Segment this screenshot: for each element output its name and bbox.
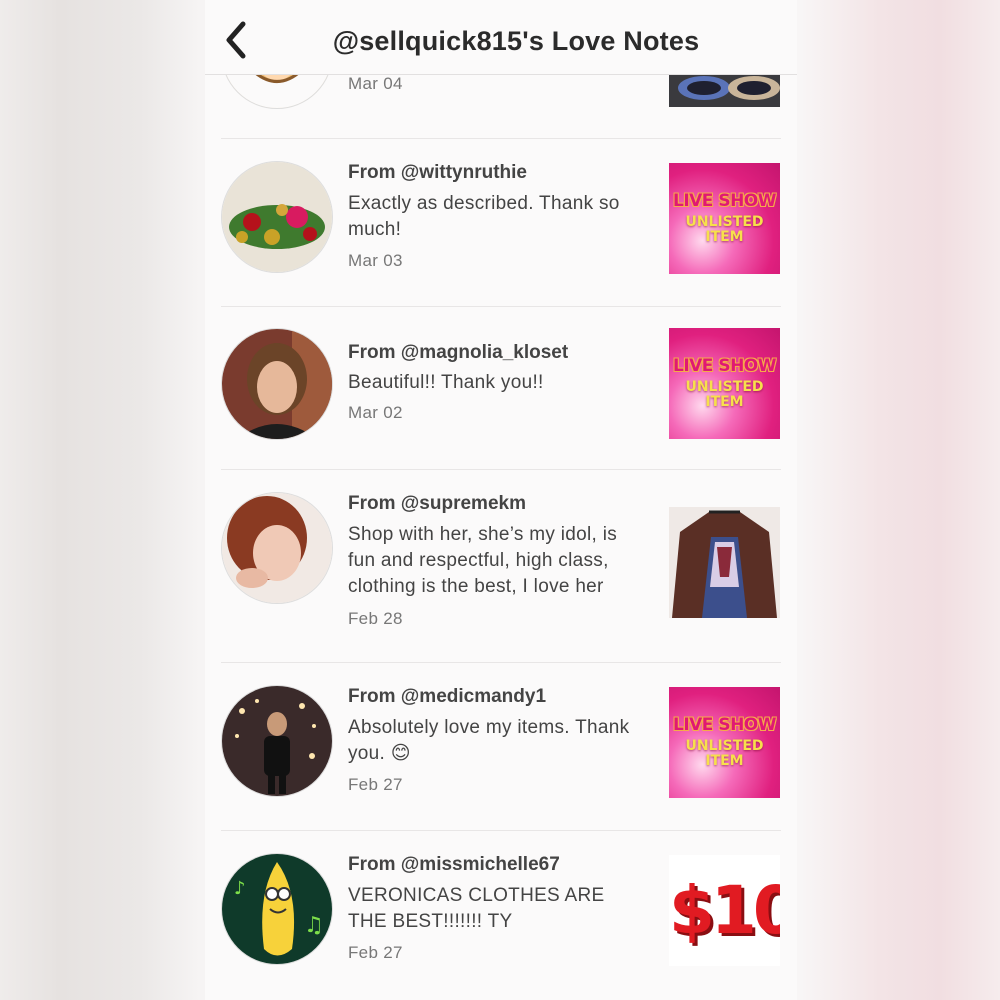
note-message: VERONICAS CLOTHES ARE THE BEST!!!!!!! TY xyxy=(348,885,605,932)
thumb-price-label: $10 xyxy=(669,872,780,949)
note-author[interactable]: From @missmichelle67 xyxy=(348,854,560,876)
note-date: Feb 27 xyxy=(348,943,403,962)
avatar[interactable] xyxy=(221,328,333,440)
thumb-unlisted-label: UNLISTED xyxy=(685,214,764,230)
love-note-item[interactable]: From @supremekm Shop with her, she’s my … xyxy=(221,469,781,662)
avatar[interactable] xyxy=(221,685,333,797)
item-thumbnail[interactable]: $10 xyxy=(669,855,780,966)
header: @sellquick815's Love Notes xyxy=(205,0,797,75)
item-thumbnail[interactable]: LIVE SHOW UNLISTED ITEM xyxy=(669,163,780,274)
note-date: Feb 27 xyxy=(348,775,403,794)
note-date: Feb 28 xyxy=(348,609,403,628)
love-note-item[interactable]: ♪ ♫ From @missmichelle67 VERONICAS CLOTH… xyxy=(221,830,781,1000)
note-message: Shop with her, she’s my idol, is fun and… xyxy=(348,524,618,597)
note-date: Mar 02 xyxy=(348,403,403,422)
note-date: Mar 03 xyxy=(348,251,403,270)
love-note-item[interactable]: From @wittynruthie Exactly as described.… xyxy=(221,138,781,306)
thumb-live-show-label: LIVE SHOW xyxy=(672,191,777,211)
page-title: @sellquick815's Love Notes xyxy=(332,26,700,56)
note-author[interactable]: From @supremekm xyxy=(348,493,526,515)
avatar[interactable]: ♪ ♫ xyxy=(221,853,333,965)
note-message: Absolutely love my items. Thank you. 😊 xyxy=(348,717,630,764)
note-date: Mar 04 xyxy=(348,74,403,93)
love-notes-screen: @sellquick815's Love Notes Mar 04 From @… xyxy=(205,0,797,1000)
note-message: Exactly as described. Thank so much! xyxy=(348,193,620,240)
item-thumbnail[interactable] xyxy=(669,507,780,618)
item-thumbnail[interactable]: LIVE SHOW UNLISTED ITEM xyxy=(669,687,780,798)
item-thumbnail[interactable]: LIVE SHOW UNLISTED ITEM xyxy=(669,328,780,439)
back-button[interactable] xyxy=(219,20,253,60)
thumb-item-label: ITEM xyxy=(705,394,744,410)
thumb-item-label: ITEM xyxy=(705,229,744,245)
thumb-live-show-label: LIVE SHOW xyxy=(672,715,777,735)
note-author[interactable]: From @wittynruthie xyxy=(348,162,527,184)
svg-text:♪: ♪ xyxy=(234,878,246,899)
note-author[interactable]: From @medicmandy1 xyxy=(348,686,546,708)
love-note-item[interactable]: From @magnolia_kloset Beautiful!! Thank … xyxy=(221,306,781,469)
thumb-unlisted-label: UNLISTED xyxy=(685,379,764,395)
thumb-item-label: ITEM xyxy=(705,753,744,769)
svg-text:♫: ♫ xyxy=(304,913,324,938)
note-message: Beautiful!! Thank you!! xyxy=(348,372,544,393)
avatar[interactable] xyxy=(221,492,333,604)
thumb-unlisted-label: UNLISTED xyxy=(685,738,764,754)
note-author[interactable]: From @magnolia_kloset xyxy=(348,342,568,364)
avatar[interactable] xyxy=(221,161,333,273)
thumb-live-show-label: LIVE SHOW xyxy=(672,356,777,376)
chevron-left-icon xyxy=(226,21,246,59)
love-note-item[interactable]: From @medicmandy1 Absolutely love my ite… xyxy=(221,662,781,830)
